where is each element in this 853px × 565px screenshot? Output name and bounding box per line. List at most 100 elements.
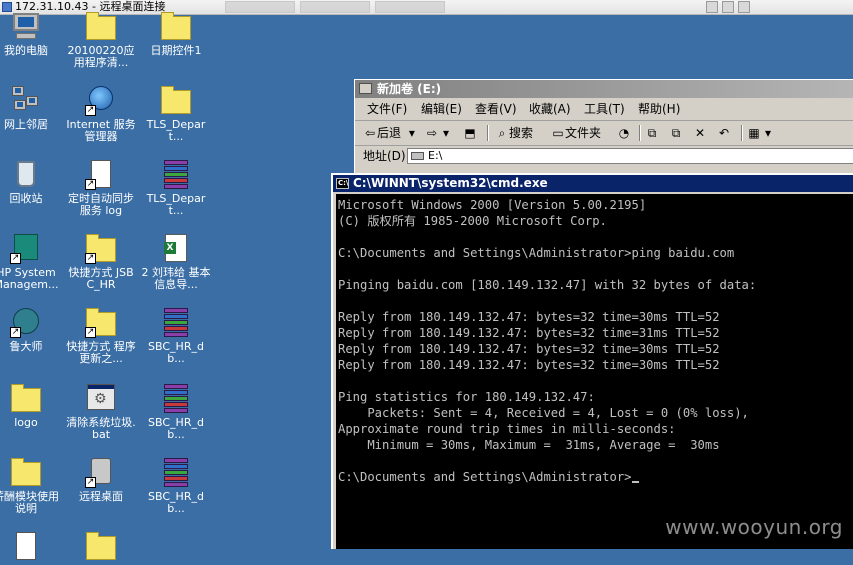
console-prompt-line[interactable]: C:\Documents and Settings\Administrator> [338,469,853,485]
desktop-icon-sbc-hr-db-3[interactable]: SBC_HR_db... [140,456,212,515]
desktop-icon-program-update[interactable]: ↗ 快捷方式 程序更新之... [65,306,137,365]
undo-button[interactable]: ↶ [717,121,731,145]
recycle-bin-icon [10,158,42,190]
desktop-icon-label: TLS_Depart... [146,118,206,143]
desktop-icon-label: 回收站 [9,192,43,205]
up-folder-icon: ⬒ [464,126,476,140]
desktop-icon-ludashi[interactable]: ↗ 鲁大师 [0,306,62,353]
toolbar-separator [741,125,743,141]
search-button[interactable]: ⌕ 搜索 [495,121,533,145]
desktop-icon-tls-depart-1[interactable]: TLS_Depart... [140,84,212,143]
menu-view[interactable]: 查看(V) [475,98,517,120]
desktop-icon-remote-desktop[interactable]: ↗ 远程桌面 [65,456,137,503]
cmd-window[interactable]: C:\ C:\WINNT\system32\cmd.exe Microsoft … [331,173,853,549]
views-button[interactable]: ▦ ▾ [747,121,775,145]
move-to-button[interactable]: ⧉ [645,121,659,145]
close-icon[interactable] [738,1,750,13]
desktop-icon-logo[interactable]: logo [0,382,62,429]
toolbar-separator [487,125,489,141]
back-arrow-icon: ⇦ [364,126,376,140]
delete-icon: ✕ [694,126,706,140]
search-label: 搜索 [509,126,534,140]
restore-icon[interactable] [722,1,734,13]
folders-button[interactable]: ▭文件夹 [551,121,601,145]
up-folder-button[interactable]: ⬒ [463,121,477,145]
rar-archive-icon [160,306,192,338]
console-line: Reply from 180.149.132.47: bytes=32 time… [338,358,720,372]
desktop-icon-clean-bat[interactable]: 清除系统垃圾.bat [65,382,137,441]
copy-to-button[interactable]: ⧉ [669,121,683,145]
desktop-icon-label: logo [14,416,38,429]
views-icon: ▦ [748,126,760,140]
desktop-icon-label: 清除系统垃圾.bat [66,416,136,441]
chevron-down-icon: ▾ [442,126,450,140]
desktop-icon-partial[interactable] [65,530,137,565]
desktop-icon-my-computer[interactable]: 我的电脑 [0,10,62,57]
text-cursor [631,481,639,483]
explorer-title-bar[interactable]: 新加卷 (E:) [355,80,853,98]
desktop-icon-hp-system[interactable]: ↗ HP System Managem... [0,232,62,291]
folders-label: 文件夹 [565,126,602,140]
address-input[interactable]: E:\ [407,148,853,164]
computer-icon [10,10,42,42]
folder-icon [160,10,192,42]
history-button[interactable]: ◔ [617,121,631,145]
desktop-icon-sync-log[interactable]: ↗ 定时自动同步服务 log [65,158,137,217]
desktop-icon-sbc-hr-db-2[interactable]: SBC_HR_db... [140,382,212,441]
back-button[interactable]: ⇦ 后退 ▾ [363,121,419,145]
desktop-icon-partial[interactable] [0,530,62,565]
desktop-icon-jsbc-hr[interactable]: ↗ 快捷方式 JSBC_HR [65,232,137,291]
iis-globe-icon: ↗ [85,84,117,116]
minimize-icon[interactable] [706,1,718,13]
folder-icon: ↗ [85,232,117,264]
cmd-title-bar[interactable]: C:\ C:\WINNT\system32\cmd.exe [333,175,853,192]
desktop-icon-recycle-bin[interactable]: 回收站 [0,158,62,205]
background-tab[interactable] [300,1,370,13]
forward-button[interactable]: ⇨ ▾ [425,121,453,145]
rar-archive-icon [160,456,192,488]
excel-file-icon [160,232,192,264]
menu-favorites[interactable]: 收藏(A) [529,98,571,120]
menu-edit[interactable]: 编辑(E) [421,98,462,120]
move-to-icon: ⧉ [647,126,657,140]
address-bar: 地址(D) E:\ [355,146,853,166]
cmd-icon: C:\ [336,178,349,189]
folder-icon [85,530,117,562]
desktop-icon-salary-guide[interactable]: 薪酬模块使用说明 [0,456,62,515]
background-tab[interactable] [225,1,295,13]
desktop-icon-excel-import[interactable]: 2 刘玮给 基本信息导... [140,232,212,291]
folder-icon [160,84,192,116]
ludashi-icon: ↗ [10,306,42,338]
desktop-icon-sbc-hr-db-1[interactable]: SBC_HR_db... [140,306,212,365]
desktop-icon-label: 薪酬模块使用说明 [0,490,59,515]
desktop-icon-date-control[interactable]: 日期控件1 [140,10,212,57]
document-icon [10,530,42,562]
desktop-icon-app-list[interactable]: 20100220应用程序清... [65,10,137,69]
folders-icon: ▭ [552,126,564,140]
console-line: C:\Documents and Settings\Administrator>… [338,246,735,260]
history-icon: ◔ [618,126,630,140]
batch-file-icon [85,382,117,414]
console-line: Reply from 180.149.132.47: bytes=32 time… [338,342,720,356]
cmd-console[interactable]: Microsoft Windows 2000 [Version 5.00.219… [336,194,853,549]
desktop-icon-label: 鲁大师 [9,340,43,353]
background-tab[interactable] [375,1,445,13]
menu-tools[interactable]: 工具(T) [584,98,625,120]
address-label: 地址(D) [363,149,406,163]
desktop-icon-label: 网上邻居 [4,118,48,131]
desktop-icon-label: SBC_HR_db... [148,340,204,365]
delete-button[interactable]: ✕ [693,121,707,145]
menu-file[interactable]: 文件(F) [367,98,407,120]
desktop-icon-tls-depart-2[interactable]: TLS_Depart... [140,158,212,217]
watermark: www.wooyun.org [665,515,843,539]
console-line: Reply from 180.149.132.47: bytes=32 time… [338,310,720,324]
menu-help[interactable]: 帮助(H) [638,98,680,120]
explorer-menu-bar: 文件(F) 编辑(E) 查看(V) 收藏(A) 工具(T) 帮助(H) [355,98,853,121]
console-line: Packets: Sent = 4, Received = 4, Lost = … [338,406,749,420]
desktop-icon-iis-manager[interactable]: ↗ Internet 服务管理器 [65,84,137,143]
remote-desktop-icon: ↗ [85,456,117,488]
desktop-icon-network-places[interactable]: 网上邻居 [0,84,62,131]
explorer-toolbar: ⇦ 后退 ▾ ⇨ ▾ ⬒ ⌕ 搜索 ▭文件夹 ◔ ⧉ ⧉ ✕ ↶ ▦ ▾ [355,121,853,146]
